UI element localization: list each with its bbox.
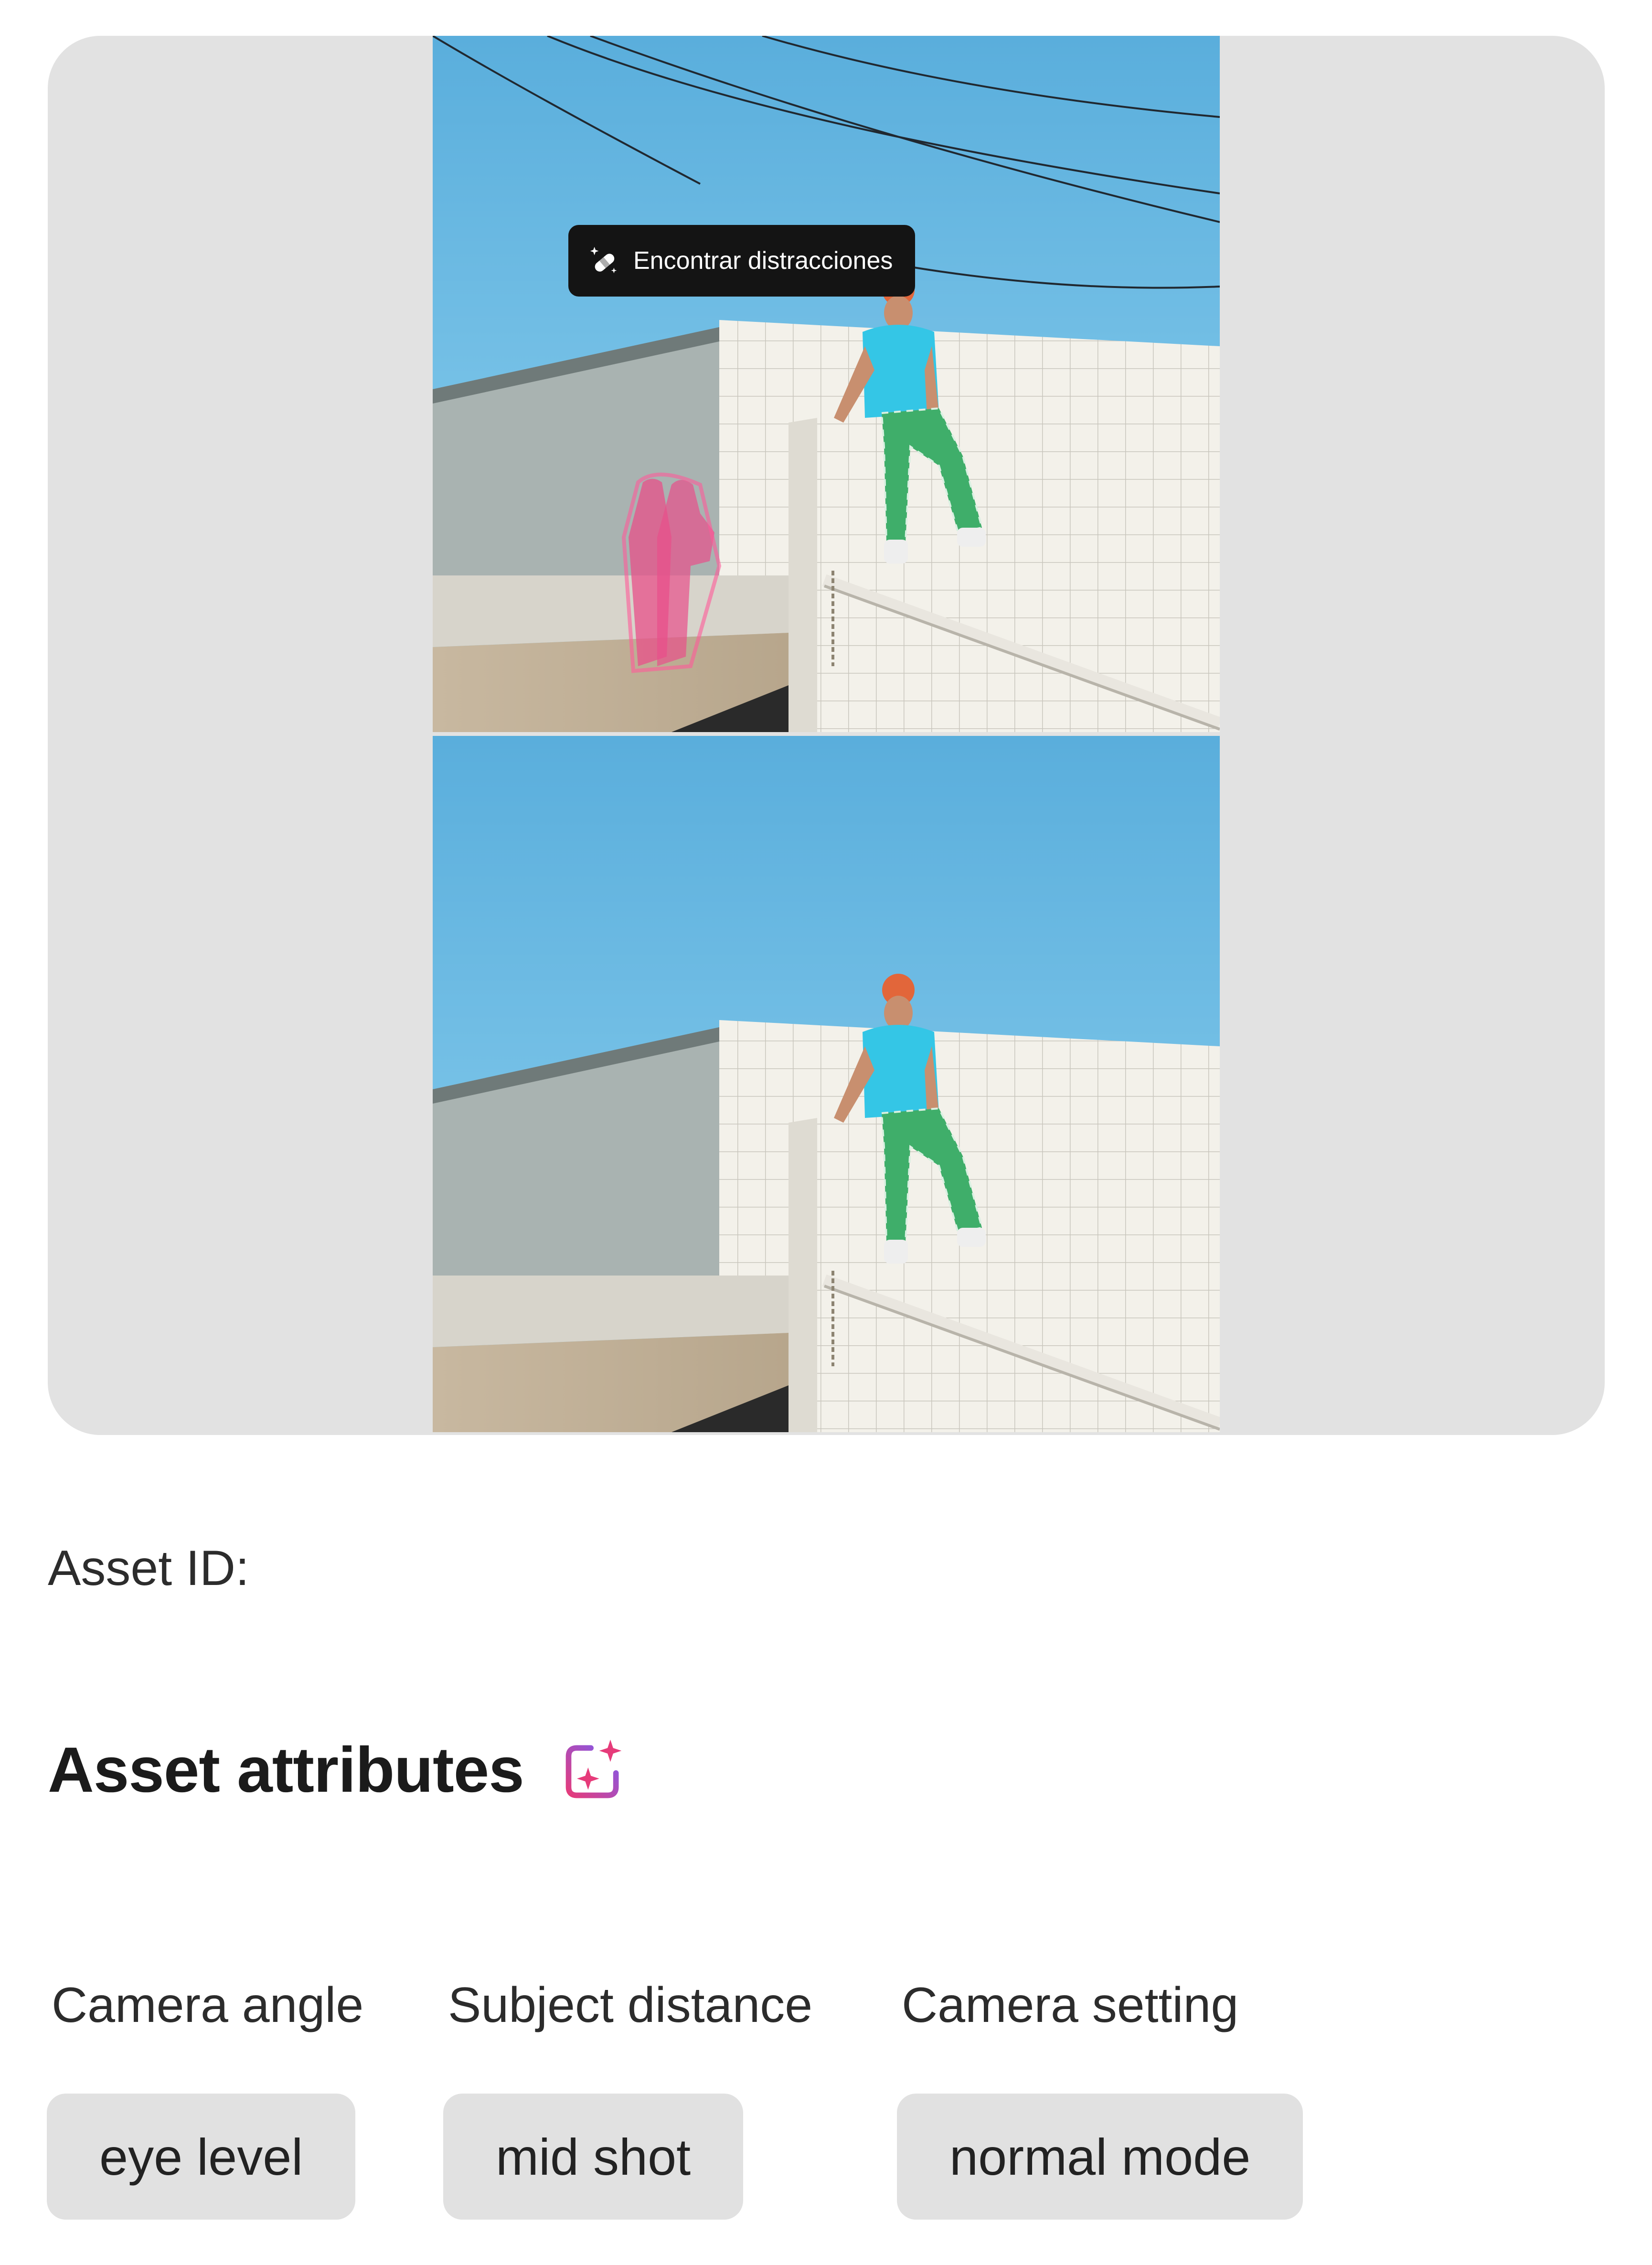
subject-distance-value-chip[interactable]: mid shot [443, 2094, 744, 2220]
bandage-sparkle-icon [587, 244, 621, 277]
camera-setting-value-chip[interactable]: normal mode [897, 2094, 1303, 2220]
camera-angle-value-chip[interactable]: eye level [47, 2094, 356, 2220]
before-image [433, 36, 1220, 732]
subject-distance-label: Subject distance [448, 1978, 813, 2033]
after-image [433, 736, 1220, 1432]
camera-setting-label: Camera setting [902, 1978, 1239, 2033]
image-preview-card: Encontrar distracciones [48, 36, 1605, 1435]
asset-attributes-header: Asset attributes [48, 1733, 627, 1807]
attribute-camera-angle: Camera angle eye level [47, 1977, 364, 2220]
tooltip-label: Encontrar distracciones [633, 247, 893, 275]
attribute-camera-setting: Camera setting normal mode [897, 1977, 1303, 2220]
asset-attributes-title: Asset attributes [48, 1734, 524, 1806]
asset-id-label: Asset ID: [48, 1541, 249, 1596]
camera-angle-label: Camera angle [52, 1978, 364, 2033]
ai-sparkle-icon [560, 1737, 627, 1804]
find-distractions-tooltip[interactable]: Encontrar distracciones [568, 225, 915, 297]
attribute-subject-distance: Subject distance mid shot [443, 1977, 813, 2220]
